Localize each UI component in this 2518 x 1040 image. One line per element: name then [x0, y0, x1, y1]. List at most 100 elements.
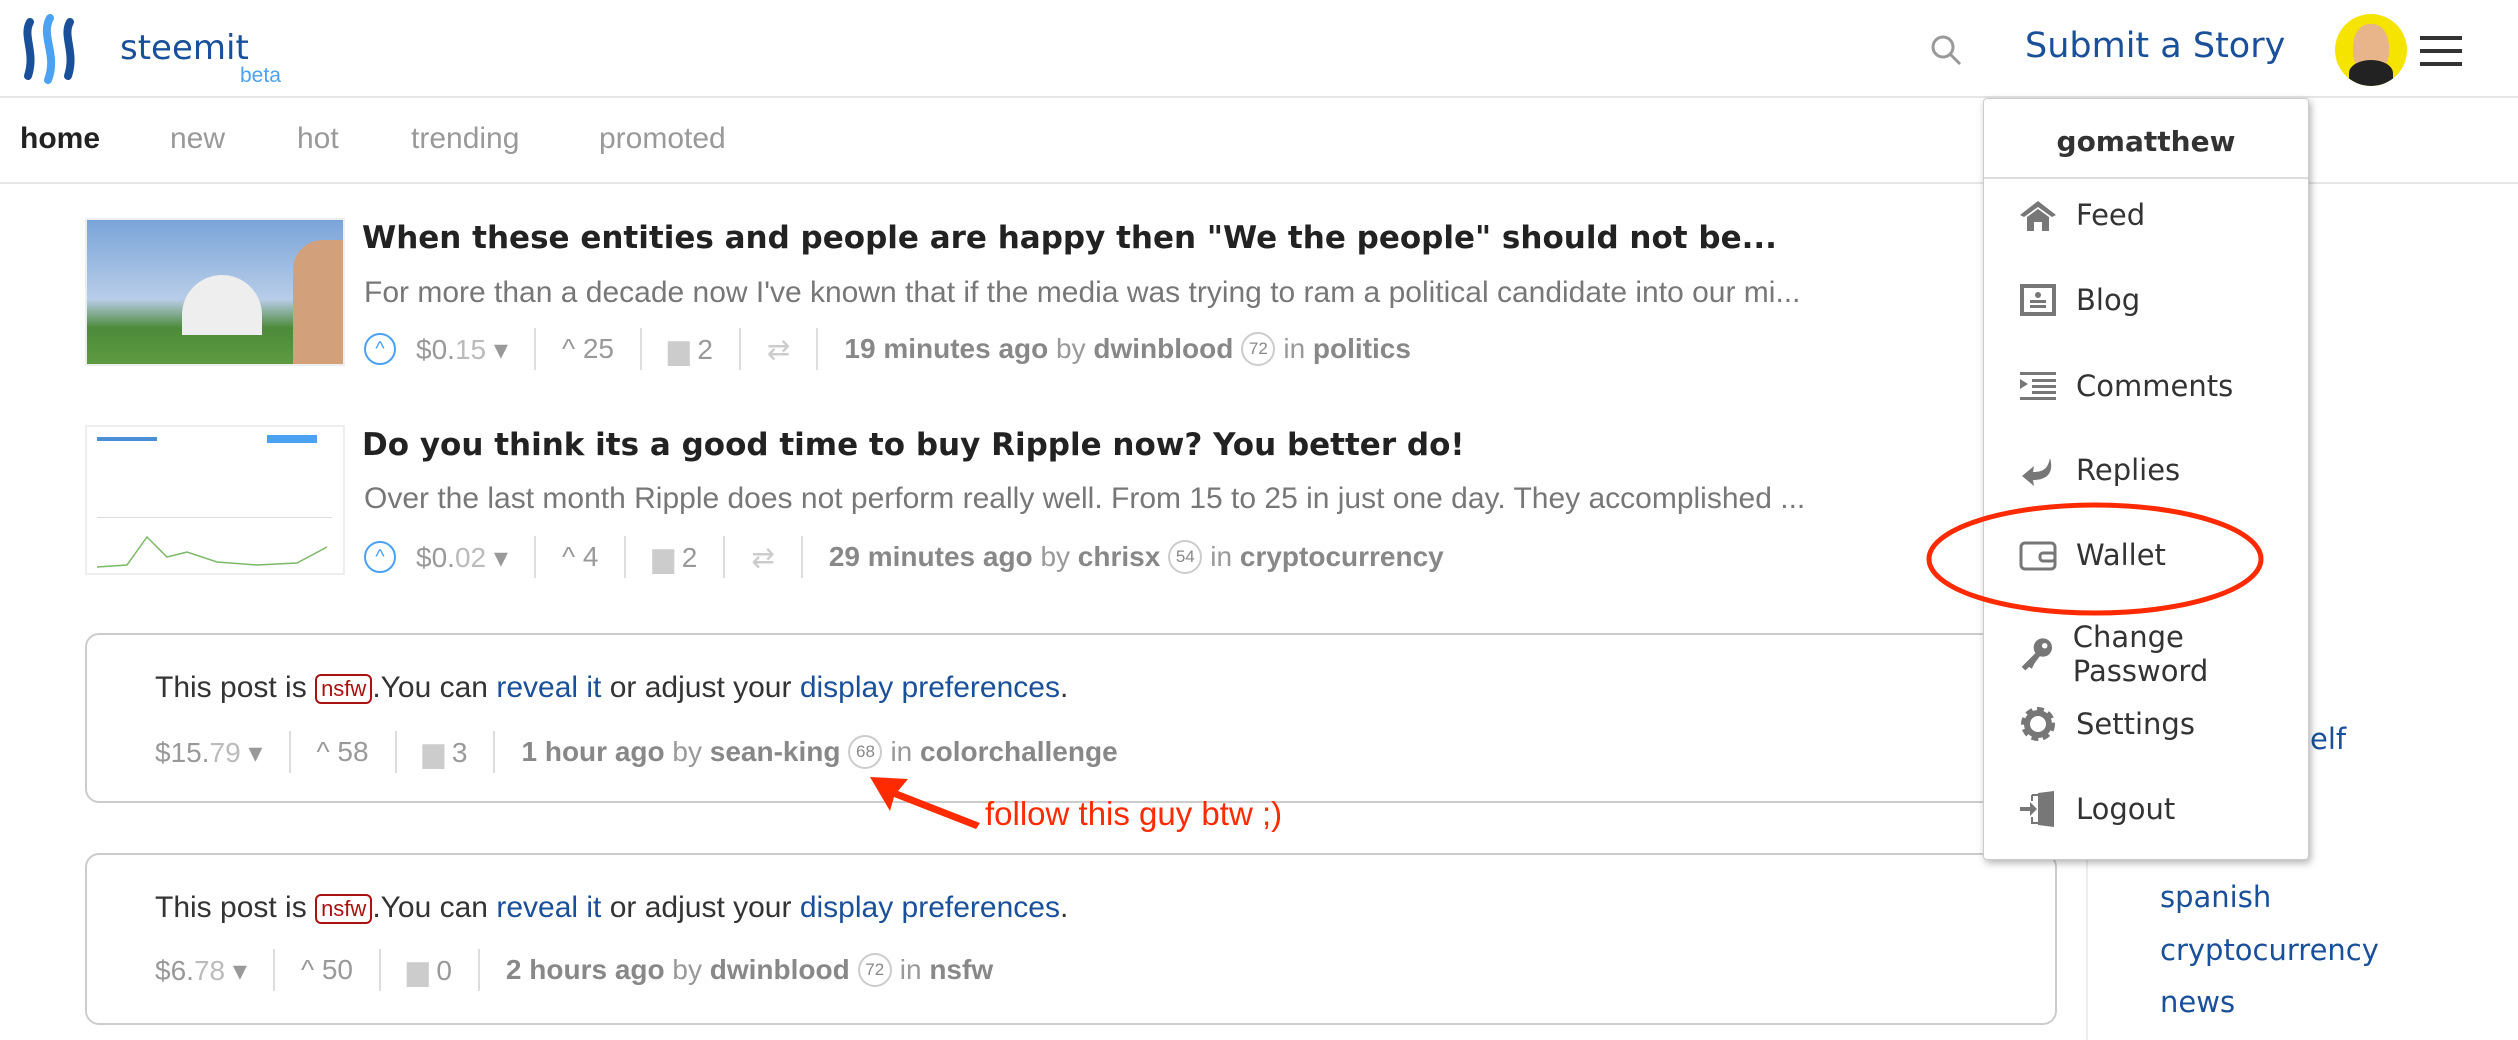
post-thumbnail[interactable] — [85, 218, 345, 366]
menu-item-replies[interactable]: Replies — [2018, 450, 2180, 490]
post-category[interactable]: cryptocurrency — [1240, 541, 1444, 573]
tab-trending[interactable]: trending — [411, 122, 519, 156]
menu-label: Replies — [2076, 453, 2181, 487]
brand-name[interactable]: steemit — [120, 28, 249, 68]
menu-label: Settings — [2076, 707, 2195, 741]
display-preferences-link[interactable]: display preferences — [800, 891, 1060, 924]
sidebar-tag[interactable]: spanish — [2160, 880, 2271, 914]
payout[interactable]: $15.79 ▾ — [155, 736, 263, 769]
tab-hot[interactable]: hot — [297, 122, 339, 156]
comments-value: 2 — [697, 333, 713, 365]
header: steemit beta Submit a Story — [0, 0, 2518, 98]
upvote-icon[interactable]: ^ — [364, 541, 396, 573]
by-label: by — [1056, 333, 1086, 364]
post-author[interactable]: sean-king — [710, 736, 841, 768]
display-preferences-link[interactable]: display preferences — [800, 671, 1060, 704]
post-title[interactable]: Do you think its a good time to buy Ripp… — [362, 427, 1465, 463]
payout-whole: $15. — [155, 736, 210, 768]
post-category[interactable]: nsfw — [929, 954, 993, 986]
payout[interactable]: $0.15 ▾ — [416, 333, 508, 366]
submit-story-link[interactable]: Submit a Story — [2025, 26, 2285, 66]
in-label: in — [899, 954, 922, 985]
steemit-logo[interactable] — [18, 14, 88, 84]
comment-icon: ▆ — [668, 333, 690, 365]
sidebar-tag[interactable]: elf — [2310, 722, 2346, 756]
tab-home[interactable]: home — [20, 122, 100, 156]
upvote-icon[interactable]: ^ — [364, 333, 396, 365]
nsfw-tag: nsfw — [315, 894, 373, 925]
comments-count[interactable]: ▆ 3 — [423, 736, 468, 769]
post-author[interactable]: dwinblood — [710, 954, 850, 986]
comments-count[interactable]: ▆ 2 — [652, 541, 697, 574]
votes-value: 50 — [321, 954, 354, 985]
payout[interactable]: $6.78 ▾ — [155, 954, 247, 987]
menu-item-settings[interactable]: Settings — [2018, 704, 2195, 744]
post-excerpt[interactable]: Over the last month Ripple does not perf… — [364, 482, 1984, 516]
tab-new[interactable]: new — [170, 122, 225, 156]
reply-icon — [2022, 458, 2052, 486]
menu-item-logout[interactable]: Logout — [2018, 789, 2175, 829]
blog-icon — [2020, 284, 2056, 316]
reveal-link[interactable]: reveal it — [496, 671, 601, 704]
sidebar-tag[interactable]: cryptocurrency — [2160, 933, 2379, 967]
post-category[interactable]: colorchallenge — [920, 736, 1118, 768]
resteem-icon[interactable]: ⇄ — [767, 333, 790, 366]
resteem-icon[interactable]: ⇄ — [751, 541, 774, 574]
post-time[interactable]: 19 minutes ago — [844, 333, 1048, 365]
post-title[interactable]: When these entities and people are happy… — [362, 220, 1777, 256]
nsfw-tag: nsfw — [315, 674, 373, 705]
home-icon — [2020, 201, 2056, 231]
votes-value: 25 — [582, 333, 615, 364]
post-time[interactable]: 2 hours ago — [506, 954, 665, 986]
votes-value: 58 — [337, 736, 369, 767]
payout-cents: 79 — [209, 736, 241, 768]
post-thumbnail[interactable] — [85, 425, 345, 575]
comments-value: 2 — [681, 541, 698, 573]
tab-promoted[interactable]: promoted — [599, 122, 726, 156]
menu-label: Logout — [2076, 792, 2176, 826]
nsfw-notice: This post is nsfw .You can reveal it or a… — [155, 671, 1068, 705]
post-author[interactable]: dwinblood — [1093, 333, 1233, 365]
menu-label: Feed — [2076, 198, 2146, 232]
author-reputation: 68 — [848, 735, 883, 769]
menu-item-comments[interactable]: Comments — [2018, 366, 2233, 406]
reveal-link[interactable]: reveal it — [496, 891, 601, 924]
notice-text: . — [1059, 671, 1069, 704]
annotation-arrow — [870, 777, 980, 829]
hamburger-icon[interactable] — [2420, 36, 2462, 75]
avatar[interactable] — [2335, 14, 2407, 86]
menu-label: Comments — [2076, 369, 2234, 403]
menu-item-blog[interactable]: Blog — [2018, 280, 2140, 320]
in-label: in — [890, 736, 913, 767]
menu-label: Change Password — [2072, 620, 2209, 688]
post-category[interactable]: politics — [1313, 333, 1411, 365]
notice-text: This post is — [155, 671, 307, 704]
post-time[interactable]: 29 minutes ago — [829, 541, 1033, 573]
post-author[interactable]: chrisx — [1078, 541, 1161, 573]
comments-value: 3 — [451, 736, 468, 768]
author-reputation: 54 — [1168, 540, 1203, 574]
votes-count[interactable]: ^ 50 — [301, 954, 353, 986]
votes-count[interactable]: ^ 58 — [317, 736, 369, 768]
votes-count[interactable]: ^ 4 — [562, 541, 599, 573]
post-excerpt[interactable]: For more than a decade now I've known th… — [364, 276, 1984, 310]
comments-count[interactable]: ▆ 0 — [407, 954, 452, 987]
menu-label: Blog — [2076, 283, 2141, 317]
comments-count[interactable]: ▆ 2 — [668, 333, 713, 366]
payout[interactable]: $0.02 ▾ — [416, 541, 508, 574]
notice-text: or adjust your — [609, 671, 792, 704]
post-time[interactable]: 1 hour ago — [521, 736, 664, 768]
nsfw-post-card: This post is nsfw .You can reveal it or a… — [85, 633, 2057, 803]
author-reputation: 72 — [1241, 332, 1276, 366]
in-label: in — [1283, 333, 1306, 364]
votes-count[interactable]: ^ 25 — [562, 333, 614, 365]
sidebar-tag[interactable]: news — [2160, 985, 2235, 1019]
nsfw-notice: This post is nsfw .You can reveal it or a… — [155, 891, 1068, 925]
menu-item-change-password[interactable]: Change Password — [2018, 620, 2308, 688]
in-label: in — [1210, 541, 1233, 572]
menu-item-feed[interactable]: Feed — [2018, 195, 2145, 235]
by-label: by — [672, 736, 702, 767]
menu-username[interactable]: gomatthew — [1984, 99, 2308, 179]
search-icon[interactable] — [1928, 32, 1964, 68]
annotation-text: follow this guy btw ;) — [985, 795, 1283, 832]
